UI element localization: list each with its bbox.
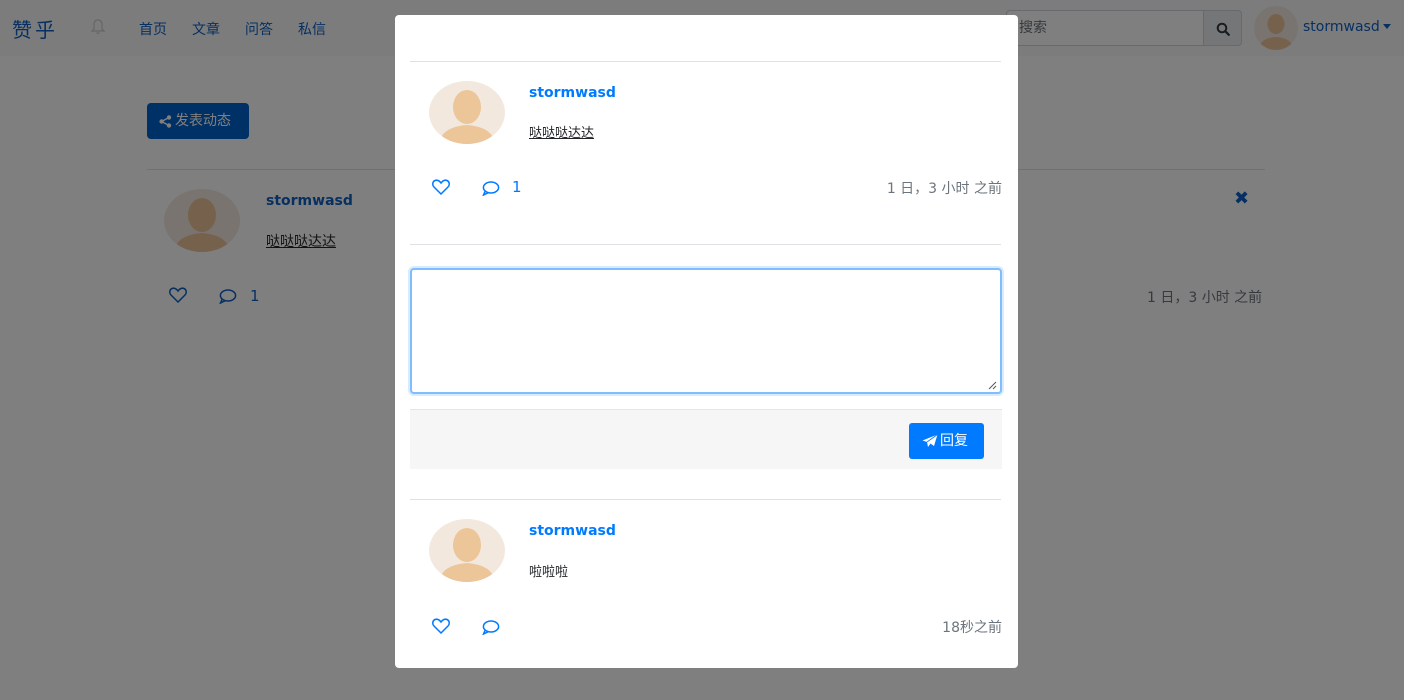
timestamp: 1 日，3 小时 之前	[886, 181, 1002, 197]
resize-grip-icon[interactable]	[988, 381, 997, 390]
paper-plane-icon	[922, 434, 938, 447]
post-username[interactable]: stormwasd	[529, 85, 616, 101]
divider	[410, 244, 1001, 245]
comment-username[interactable]: stormwasd	[529, 523, 616, 539]
divider	[410, 61, 1001, 62]
post-text[interactable]: 哒哒哒达达	[529, 122, 594, 141]
timestamp: 18秒之前	[942, 620, 1002, 636]
comment-text: 啦啦啦	[529, 565, 569, 580]
user-silhouette-icon	[439, 528, 495, 582]
reply-textarea[interactable]	[410, 268, 1002, 394]
reply-button[interactable]: 回复	[909, 423, 984, 459]
heart-icon[interactable]	[432, 618, 450, 634]
comment-count: 1	[512, 178, 522, 196]
heart-icon[interactable]	[432, 179, 450, 195]
comment-icon[interactable]	[482, 181, 500, 196]
reply-button-label: 回复	[940, 433, 968, 449]
divider	[410, 499, 1001, 500]
reply-footer: 回复	[410, 409, 1002, 469]
comment-icon[interactable]	[482, 620, 500, 635]
user-silhouette-icon	[439, 90, 495, 144]
avatar[interactable]	[429, 519, 505, 582]
comment-modal: stormwasd 哒哒哒达达 1 1 日，3 小时 之前 回复 stormwa…	[395, 15, 1018, 668]
avatar[interactable]	[429, 81, 505, 144]
